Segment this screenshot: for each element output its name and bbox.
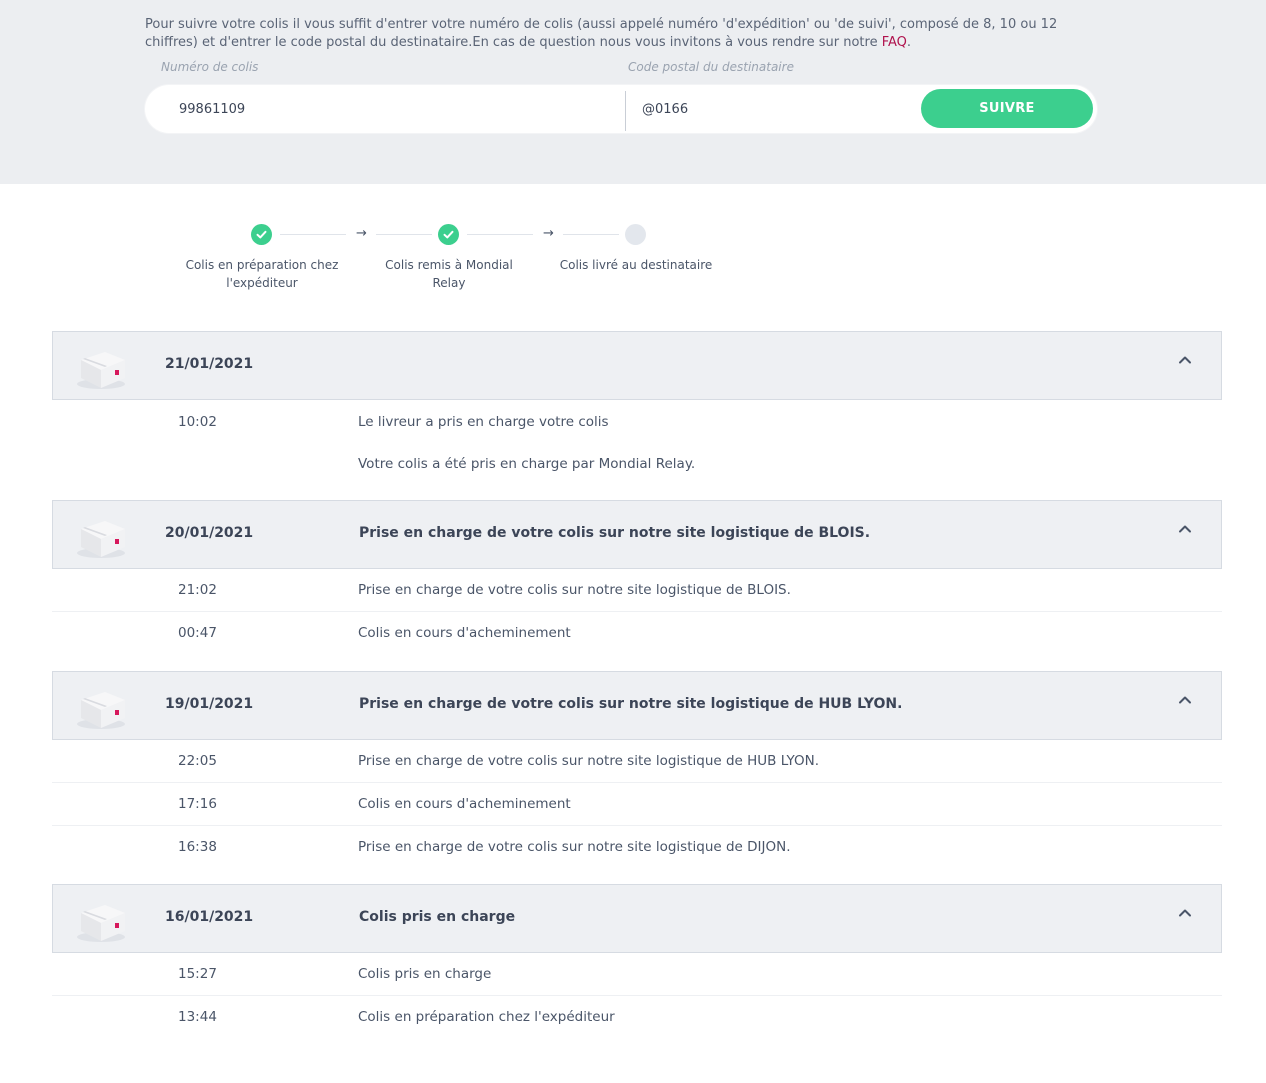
step-connector [280,234,346,235]
faq-link[interactable]: FAQ [882,35,907,50]
day-title: Colis pris en charge [359,909,516,925]
arrow-right-icon: → [543,226,554,241]
event-row: 21:02 Prise en charge de votre colis sur… [52,569,1222,612]
day-group: 20/01/2021 Prise en charge de votre coli… [52,500,1222,655]
event-text: Colis en cours d'acheminement [358,625,571,641]
event-row: 22:05 Prise en charge de votre colis sur… [52,740,1222,783]
day-header[interactable]: 21/01/2021 [52,331,1222,400]
parcel-box-icon [77,521,125,558]
intro-body: Pour suivre votre colis il vous suffit d… [145,17,1058,50]
search-section: Pour suivre votre colis il vous suffit d… [0,0,1266,184]
chevron-up-icon[interactable] [1177,521,1193,537]
step-connector [467,234,533,235]
day-date: 21/01/2021 [165,356,254,372]
step-3-pending-icon [625,224,646,245]
event-row: Votre colis a été pris en charge par Mon… [52,442,1222,500]
day-group: 16/01/2021 Colis pris en charge 15:27 Co… [52,884,1222,1039]
day-date: 16/01/2021 [165,909,254,925]
chevron-up-icon[interactable] [1177,692,1193,708]
day-title: Prise en charge de votre colis sur notre… [359,696,903,712]
chevron-up-icon[interactable] [1177,352,1193,368]
event-row: 17:16 Colis en cours d'acheminement [52,783,1222,826]
day-header[interactable]: 16/01/2021 Colis pris en charge [52,884,1222,953]
event-time: 17:16 [178,796,217,812]
event-row: 10:02 Le livreur a pris en charge votre … [52,400,1222,442]
day-header[interactable]: 19/01/2021 Prise en charge de votre coli… [52,671,1222,740]
postal-code-input[interactable] [642,85,912,133]
step-2-label: Colis remis à Mondial Relay [385,258,513,290]
parcel-number-input[interactable] [179,85,619,133]
step-3-label: Colis livré au destinataire [559,258,713,272]
parcel-box-icon [77,352,125,389]
event-text: Prise en charge de votre colis sur notre… [358,753,819,769]
parcel-number-label: Numéro de colis [161,60,259,74]
event-row: 00:47 Colis en cours d'acheminement [52,612,1222,655]
track-button[interactable]: SUIVRE [921,89,1093,128]
event-time: 10:02 [178,414,217,430]
step-1-check-icon [251,224,272,245]
event-text: Prise en charge de votre colis sur notre… [358,582,791,598]
day-date: 20/01/2021 [165,525,254,541]
event-row: 13:44 Colis en préparation chez l'expédi… [52,996,1222,1039]
event-time: 16:38 [178,839,217,855]
field-divider [625,91,626,131]
event-row: 16:38 Prise en charge de votre colis sur… [52,826,1222,869]
event-text: Colis en cours d'acheminement [358,796,571,812]
event-time: 00:47 [178,625,217,641]
postal-code-label: Code postal du destinataire [628,60,794,74]
event-time: 15:27 [178,966,217,982]
event-text: Colis en préparation chez l'expéditeur [358,1009,615,1025]
parcel-box-icon [77,905,125,942]
event-time: 13:44 [178,1009,217,1025]
day-group: 19/01/2021 Prise en charge de votre coli… [52,671,1222,869]
day-group: 21/01/2021 10:02 Le livreur a pris en ch… [52,331,1222,500]
step-connector [563,234,619,235]
step-connector [376,234,432,235]
arrow-right-icon: → [356,226,367,241]
tracking-form: SUIVRE [145,85,1097,133]
parcel-box-icon [77,692,125,729]
day-date: 19/01/2021 [165,696,254,712]
event-time: 21:02 [178,582,217,598]
event-text: Le livreur a pris en charge votre colis [358,414,609,430]
day-title: Prise en charge de votre colis sur notre… [359,525,871,541]
day-header[interactable]: 20/01/2021 Prise en charge de votre coli… [52,500,1222,569]
chevron-up-icon[interactable] [1177,905,1193,921]
event-text: Votre colis a été pris en charge par Mon… [358,456,696,472]
step-1-label: Colis en préparation chez l'expéditeur [185,258,339,290]
event-time: 22:05 [178,753,217,769]
event-text: Colis pris en charge [358,966,492,982]
intro-text: Pour suivre votre colis il vous suffit d… [145,16,1105,52]
intro-period: . [906,35,912,50]
step-2-check-icon [438,224,459,245]
event-text: Prise en charge de votre colis sur notre… [358,839,791,855]
event-row: 15:27 Colis pris en charge [52,953,1222,996]
delivery-progress: → → Colis en préparation chez l'expédite… [0,222,1266,302]
